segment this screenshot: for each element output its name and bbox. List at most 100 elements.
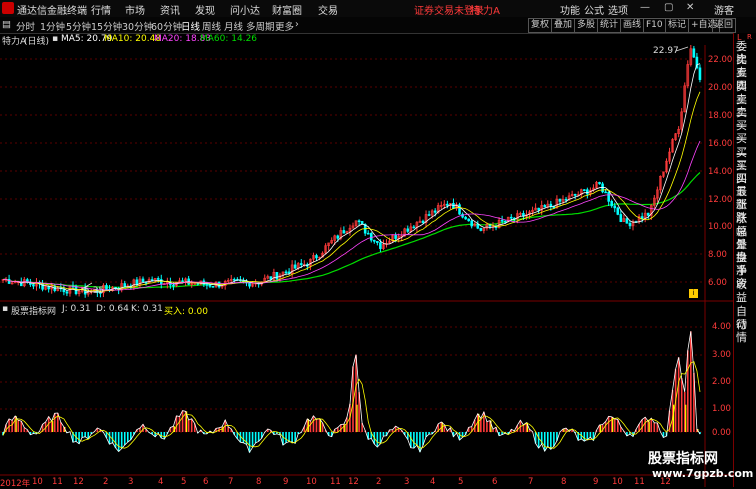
- indicator-d: D: 0.64: [96, 304, 129, 314]
- tab-daily[interactable]: 日线: [181, 19, 200, 33]
- candle-body-164: [500, 219, 504, 222]
- panel-quotes[interactable]: 行情: [736, 318, 756, 344]
- price-tick-18: 18.00: [708, 111, 733, 121]
- candle-body-185: [564, 198, 568, 201]
- watermark-line1: 股票指标网: [648, 451, 718, 467]
- tab-more[interactable]: 更多: [275, 19, 294, 33]
- low-price-label: 5.35: [84, 286, 105, 296]
- candle-body-112: [342, 230, 346, 234]
- candle-body-180: [549, 203, 553, 207]
- candle-body-188: [573, 194, 577, 196]
- app-logo-icon: [2, 2, 14, 14]
- tab-intraday[interactable]: 分时: [16, 19, 35, 33]
- ind-tick-3: 3.00: [712, 350, 731, 360]
- more-arrow-icon[interactable]: ›: [295, 19, 299, 30]
- menu-item-function[interactable]: 功能: [560, 2, 580, 17]
- candle-body-68: [208, 284, 212, 287]
- btn-stats[interactable]: 统计: [597, 18, 622, 33]
- menu-item-options[interactable]: 选项: [608, 2, 628, 17]
- candle-body-129: [394, 234, 397, 239]
- close-icon[interactable]: ✕: [686, 2, 694, 13]
- candle-body-103: [315, 255, 318, 259]
- minimize-icon[interactable]: —: [640, 2, 650, 13]
- candle-body-154: [470, 220, 473, 227]
- indicator-toggle-icon[interactable]: ▪: [2, 304, 8, 314]
- tab-weekly[interactable]: 周线: [202, 19, 221, 33]
- btn-f10[interactable]: F10: [643, 18, 666, 33]
- candle-body-124: [379, 242, 382, 249]
- price-tick-16: 16.00: [708, 139, 733, 149]
- candle-body-205: [625, 218, 629, 224]
- ma60-value: MA60: 14.26: [200, 34, 258, 44]
- candle-body-59: [181, 280, 184, 283]
- user-guest[interactable]: 游客: [714, 2, 734, 17]
- toolbar-icon[interactable]: ▤: [2, 19, 11, 30]
- candle-body-51: [156, 278, 160, 280]
- candle-body-110: [336, 235, 340, 239]
- tab-multi-period[interactable]: 多周期: [246, 19, 275, 33]
- menu-item-market[interactable]: 市场: [125, 2, 145, 17]
- maximize-icon[interactable]: ▢: [664, 2, 673, 13]
- x-tick-11: 9: [283, 477, 289, 487]
- x-tick-8: 6: [203, 477, 209, 487]
- indicator-j: J: 0.31: [62, 304, 91, 314]
- info-mine-icon[interactable]: i: [689, 289, 698, 298]
- candle-body-148: [452, 203, 455, 209]
- watermark-line2: www.7gpzb.com: [652, 467, 754, 480]
- ind-tick-0: 0.00: [712, 428, 731, 438]
- tab-5min[interactable]: 5分钟: [66, 19, 91, 33]
- tab-monthly[interactable]: 月线: [224, 19, 243, 33]
- candle-body-69: [211, 286, 215, 288]
- quote-side-panel: L R 委比 卖五 卖四 卖三 卖二 卖一 买一 买二 买三 买四 买五 最新 涨跌 涨幅 总量 外盘 换手 净资…: [733, 33, 756, 487]
- btn-adjust[interactable]: 复权: [528, 18, 553, 33]
- x-tick-14: 12: [348, 477, 359, 487]
- x-tick-12: 10: [306, 477, 317, 487]
- candle-body-88: [269, 276, 273, 280]
- x-tick-6: 4: [158, 477, 164, 487]
- panel-label-18: 收益: [736, 277, 747, 304]
- menu-item-ask-xiaoda[interactable]: 问小达: [230, 2, 260, 17]
- candle-body-197: [601, 183, 604, 193]
- btn-draw[interactable]: 画线: [620, 18, 645, 33]
- tab-30min[interactable]: 30分钟: [122, 19, 153, 33]
- candle-body-140: [427, 214, 431, 216]
- ma-toggle-icon[interactable]: ▪: [52, 34, 58, 44]
- candle-body-200: [610, 201, 613, 207]
- stock-name-title: 特 力A: [470, 6, 501, 17]
- menu-item-news[interactable]: 资讯: [160, 2, 180, 17]
- chart-bg: [0, 45, 733, 487]
- menu-item-wealth-circle[interactable]: 财富圈: [272, 2, 302, 17]
- candle-body-2: [7, 278, 11, 284]
- candle-body-64: [196, 283, 200, 285]
- x-tick-9: 7: [228, 477, 234, 487]
- candle-body-201: [613, 205, 617, 209]
- chart-area[interactable]: [0, 45, 733, 487]
- candle-body-98: [299, 263, 303, 265]
- btn-overlay[interactable]: 叠加: [551, 18, 576, 33]
- candle-body-146: [446, 203, 449, 206]
- x-tick-23: 10: [612, 477, 623, 487]
- menu-item-discover[interactable]: 发现: [195, 2, 215, 17]
- tab-60min[interactable]: 60分钟: [151, 19, 182, 33]
- btn-mark[interactable]: 标记: [665, 18, 690, 33]
- tab-15min[interactable]: 15分钟: [91, 19, 122, 33]
- x-tick-10: 8: [256, 477, 262, 487]
- tab-1min[interactable]: 1分钟: [40, 19, 65, 33]
- candle-body-123: [376, 241, 379, 243]
- menu-item-quotes[interactable]: 行情: [91, 2, 111, 17]
- x-tick-7: 5: [181, 477, 187, 487]
- btn-back[interactable]: 返回: [712, 18, 737, 33]
- price-tick-12: 12.00: [708, 195, 733, 205]
- menu-item-formula[interactable]: 公式: [584, 2, 604, 17]
- menu-item-trade[interactable]: 交易: [318, 2, 338, 17]
- app-title: 通达信金融终端: [17, 6, 87, 17]
- price-tick-20: 20.00: [708, 83, 733, 93]
- ma-info-bar: 特力A (日线) ▪ MA5: 20.79 MA10: 20.48 MA20: …: [0, 33, 733, 47]
- candle-body-203: [619, 214, 623, 222]
- candle-body-56: [172, 284, 175, 287]
- candle-body-199: [607, 192, 610, 202]
- watermark: 股票指标网 www.7gpzb.com: [648, 448, 753, 482]
- candle-body-153: [467, 218, 470, 222]
- btn-multi-stock[interactable]: 多股: [574, 18, 599, 33]
- candle-body-156: [476, 223, 480, 229]
